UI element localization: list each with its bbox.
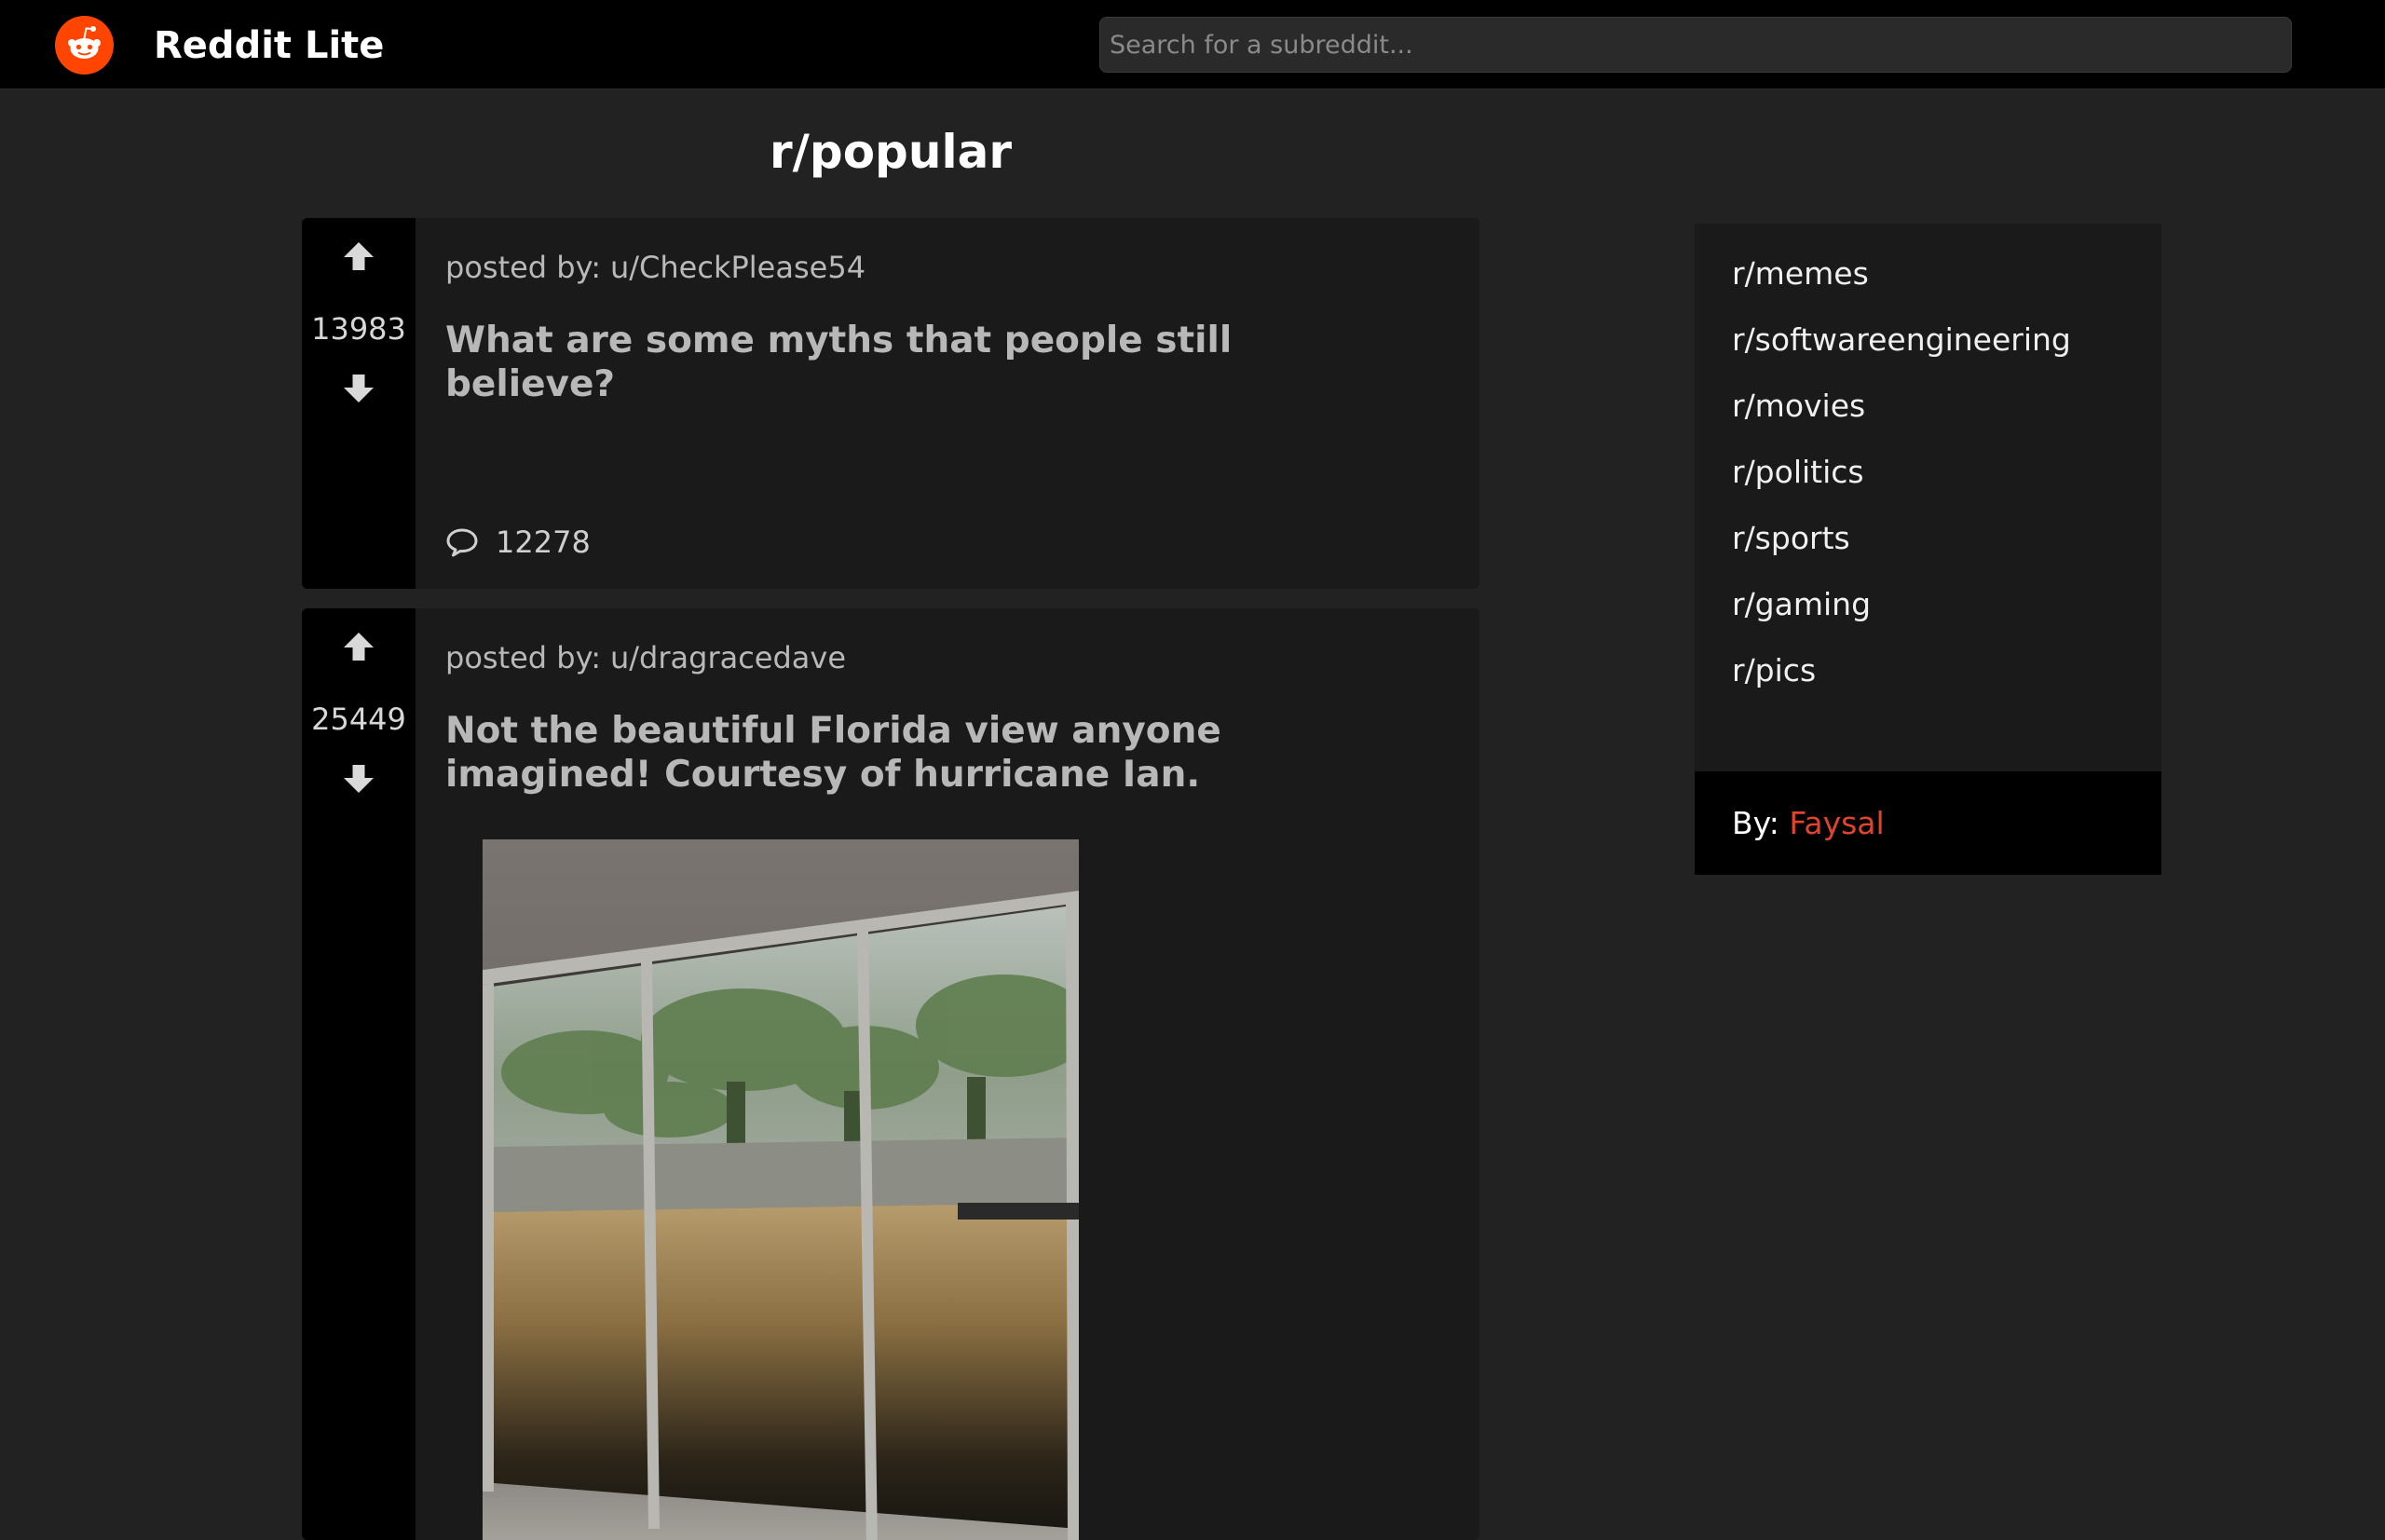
speech-bubble-icon	[446, 528, 478, 557]
post-card: 25449 posted by: u/dragracedave Not the b…	[302, 608, 1479, 1540]
posted-by-label: posted by:	[445, 640, 601, 675]
comments-button[interactable]: 12278	[445, 522, 591, 563]
subreddit-link-sports[interactable]: r/sports	[1732, 520, 2071, 586]
subreddit-link-softwareengineering[interactable]: r/softwareengineering	[1732, 321, 2071, 388]
post-meta: posted by: u/CheckPlease54	[445, 250, 865, 285]
vote-column: 25449	[302, 608, 416, 1540]
arrow-up-icon[interactable]	[340, 238, 377, 276]
subreddit-link-movies[interactable]: r/movies	[1732, 388, 2071, 454]
subreddit-list: r/memes r/softwareengineering r/movies r…	[1732, 255, 2071, 718]
vote-score: 25449	[311, 702, 406, 737]
post-meta: posted by: u/dragracedave	[445, 640, 846, 675]
credits-footer: By: Faysal	[1695, 771, 2161, 875]
author-link[interactable]: Faysal	[1789, 805, 1884, 841]
post-author-link[interactable]: u/dragracedave	[610, 640, 846, 675]
subreddit-link-politics[interactable]: r/politics	[1732, 454, 2071, 520]
app-title[interactable]: Reddit Lite	[154, 24, 384, 67]
subreddit-sidebar: r/memes r/softwareengineering r/movies r…	[1695, 224, 2161, 875]
posted-by-label: posted by:	[445, 250, 601, 285]
top-navbar: Reddit Lite	[0, 0, 2385, 89]
post-title[interactable]: What are some myths that people still be…	[445, 319, 1340, 406]
arrow-up-icon[interactable]	[340, 629, 377, 666]
post-card: 13983 posted by: u/CheckPlease54 What are…	[302, 218, 1479, 589]
vote-column: 13983	[302, 218, 416, 589]
reddit-logo-icon[interactable]	[55, 16, 114, 75]
subreddit-link-gaming[interactable]: r/gaming	[1732, 586, 2071, 652]
by-label: By:	[1732, 805, 1779, 841]
post-title[interactable]: Not the beautiful Florida view anyone im…	[445, 709, 1340, 797]
comment-count: 12278	[496, 525, 591, 560]
subreddit-link-pics[interactable]: r/pics	[1732, 652, 2071, 718]
arrow-down-icon[interactable]	[340, 369, 377, 406]
vote-score: 13983	[311, 311, 406, 347]
subreddit-link-memes[interactable]: r/memes	[1732, 255, 2071, 321]
post-author-link[interactable]: u/CheckPlease54	[610, 250, 865, 285]
feed-title: r/popular	[770, 125, 1012, 179]
arrow-down-icon[interactable]	[340, 759, 377, 797]
post-image[interactable]	[483, 839, 1079, 1540]
subreddit-search-input[interactable]	[1099, 17, 2292, 73]
